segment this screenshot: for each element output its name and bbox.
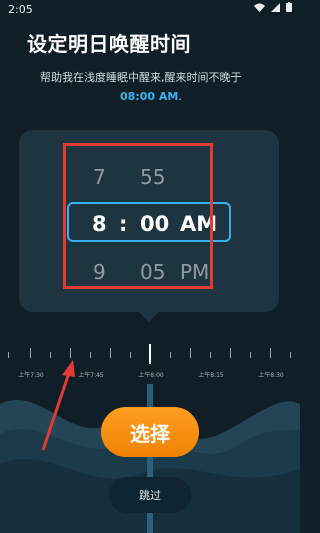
timeline-tick xyxy=(190,348,191,358)
select-button[interactable]: 选择 xyxy=(101,407,199,457)
battery-icon xyxy=(286,2,292,12)
timeline-tick xyxy=(90,352,91,358)
status-time: 2:05 xyxy=(8,3,33,16)
timeline-tick xyxy=(290,352,291,358)
signal-icon xyxy=(271,2,280,12)
timeline-tick xyxy=(30,348,31,358)
timeline-tick xyxy=(130,352,131,358)
annotation-arrow xyxy=(41,360,75,451)
timeline-current-marker xyxy=(149,344,151,364)
timeline-label: 上午8:15 xyxy=(198,372,224,379)
timeline-label: 上午8:00 xyxy=(138,372,164,379)
status-icons xyxy=(254,2,292,12)
status-bar: 2:05 xyxy=(0,0,300,18)
timeline-tick xyxy=(270,348,271,358)
timeline-tick xyxy=(250,352,251,358)
timeline-label: 上午8:30 xyxy=(258,372,284,379)
subtitle-suffix: . xyxy=(178,90,182,103)
timeline-tick xyxy=(230,348,231,358)
timeline-tick xyxy=(170,352,171,358)
timeline-tick xyxy=(110,348,111,358)
page-title: 设定明日唤醒时间 xyxy=(27,32,191,56)
subtitle: 帮助我在浅度睡眠中醒来,醒来时间不晚于 08:00 AM. xyxy=(40,68,280,106)
timeline-label: 上午7:45 xyxy=(78,372,104,379)
timeline-tick xyxy=(8,352,9,358)
skip-button[interactable]: 跳过 xyxy=(109,477,191,513)
wifi-icon xyxy=(254,3,265,12)
subtitle-text: 帮助我在浅度睡眠中醒来,醒来时间不晚于 xyxy=(40,71,242,84)
wake-time-limit: 08:00 AM xyxy=(120,90,179,103)
annotation-highlight-box xyxy=(63,143,213,289)
timeline-tick xyxy=(210,352,211,358)
